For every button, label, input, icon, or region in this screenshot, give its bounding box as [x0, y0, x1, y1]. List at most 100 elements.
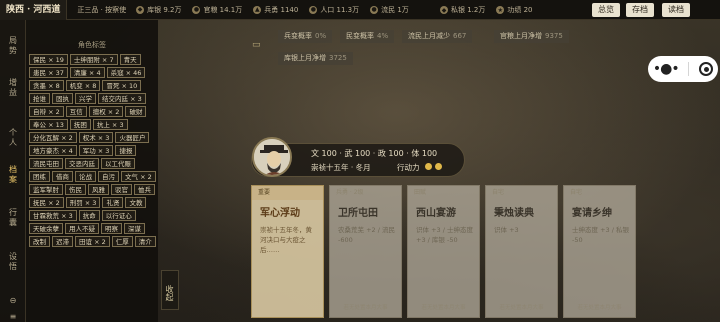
- nav-archive[interactable]: 档案: [0, 165, 26, 185]
- close-icon[interactable]: [699, 62, 714, 76]
- character-tag[interactable]: 用人不疑: [65, 223, 99, 234]
- event-card-banquet[interactable]: 田赋 西山宴游 识体 +3 / 士绅态度 +3 / 库银 -50 若无处置本月大…: [407, 185, 480, 318]
- event-card-gentry-feast[interactable]: 自宅 宴请乡绅 士绅态度 +3 / 私银 -50 若无处置本月大事: [563, 185, 636, 318]
- notice-revolt: 民变概率 4%: [340, 30, 395, 43]
- nav-luggage[interactable]: 行囊: [0, 208, 26, 228]
- character-tag[interactable]: 伤民: [65, 184, 86, 195]
- stat-refugees: ● 流民 1万: [370, 5, 409, 14]
- character-tag[interactable]: 刑罚 × 3: [65, 197, 101, 208]
- nav-personal[interactable]: 个人: [0, 128, 26, 148]
- character-tag[interactable]: 以行证心: [101, 210, 136, 221]
- nav-buffs[interactable]: 增益: [0, 78, 26, 98]
- collapse-button[interactable]: 收起: [161, 270, 179, 310]
- character-tag[interactable]: 抗命: [78, 210, 100, 221]
- stat-population: ● 人口 11.3万: [309, 5, 360, 14]
- character-tag[interactable]: 破财: [125, 106, 147, 117]
- character-tag[interactable]: 兴学: [75, 93, 96, 104]
- chat-icon[interactable]: ▭: [252, 40, 261, 50]
- character-tag[interactable]: 自辩 × 2: [29, 106, 64, 117]
- character-tag[interactable]: 恤兵: [134, 184, 155, 195]
- current-date: 崇祯十五年 · 冬月: [311, 163, 371, 172]
- avatar[interactable]: [252, 137, 292, 177]
- character-tag[interactable]: 火器匠户: [115, 132, 150, 143]
- character-tag[interactable]: 贪墨 × 8: [29, 80, 64, 91]
- character-tag[interactable]: 捷报: [115, 145, 137, 156]
- character-tag[interactable]: 自污: [98, 171, 119, 182]
- character-tag[interactable]: 明察: [101, 223, 122, 234]
- character-tag[interactable]: 深谋: [124, 223, 145, 234]
- character-tag[interactable]: 奉公 × 13: [29, 119, 68, 130]
- character-tag[interactable]: 地方豪杰 × 4: [29, 145, 77, 156]
- character-tag[interactable]: 仁厚: [111, 236, 133, 247]
- merit-icon: ★: [496, 6, 505, 14]
- tag-panel: 角色标签 保民 × 19 士绅朋附 × 7 青天 患民 × 37 清廉 × 4 杀寇 × …: [26, 20, 158, 322]
- stat-soldiers: ▲ 兵勇 1140: [253, 5, 299, 14]
- character-tag[interactable]: 分化瓦解 × 2: [29, 132, 77, 143]
- people-icon: ●: [309, 5, 318, 14]
- character-tag[interactable]: 青天: [119, 54, 141, 65]
- character-tag[interactable]: 保民 × 19: [29, 54, 68, 65]
- soldier-icon: ▲: [253, 5, 262, 14]
- event-card-morale[interactable]: 重要 军心浮动 崇祯十五年冬，黄河决口与大疫之后……: [251, 185, 324, 318]
- character-tag[interactable]: 擅权 × 2: [88, 106, 124, 117]
- event-card-reading[interactable]: 自宅 秉烛读典 识体 +3 若无处置本月大事: [485, 185, 558, 318]
- event-card-military-farm[interactable]: 兵勇 · 2级 卫所屯田 农桑荒芜 +2 / 流民 -600 若无处置本月大事: [329, 185, 402, 318]
- character-tag[interactable]: 借商: [52, 171, 73, 182]
- menu-icon[interactable]: ≡: [0, 312, 26, 322]
- character-tag[interactable]: 清廉 × 4: [69, 67, 105, 78]
- character-tag[interactable]: 固执: [52, 93, 73, 104]
- granary-icon: ◆: [136, 5, 145, 14]
- character-tag[interactable]: 文气 × 2: [121, 171, 156, 182]
- character-tag[interactable]: 文教: [125, 197, 147, 208]
- overview-button[interactable]: 总览: [592, 3, 620, 17]
- character-tag[interactable]: 机变 × 8: [65, 80, 101, 91]
- stat-merit: ★ 功绩 20: [496, 6, 533, 14]
- tag-list: 保民 × 19 士绅朋附 × 7 青天患民 × 37 清廉 × 4 杀寇 × 46 贪墨 …: [29, 54, 157, 247]
- character-tag[interactable]: 抢谁: [29, 93, 50, 104]
- stat-treasury: ◆ 库银 9.2万: [136, 5, 182, 14]
- character-tag[interactable]: 监军掣肘: [29, 184, 63, 195]
- stat-private-silver: ◆ 私银 1.2万: [440, 6, 486, 14]
- character-tag[interactable]: 清介: [134, 236, 156, 247]
- character-tag[interactable]: 互信: [65, 106, 87, 117]
- nav-situation[interactable]: 局势: [0, 36, 26, 56]
- character-tag[interactable]: 天破余孽: [29, 223, 63, 234]
- save-button[interactable]: 存档: [626, 3, 654, 17]
- character-tag[interactable]: 礼贤: [102, 197, 124, 208]
- character-tag[interactable]: 抗上 × 3: [92, 119, 128, 130]
- coin-icon: ●: [192, 5, 201, 14]
- character-tag[interactable]: 冒死 × 10: [102, 80, 142, 91]
- character-tag[interactable]: 团练: [29, 171, 50, 182]
- character-tag[interactable]: 驳官: [111, 184, 132, 195]
- more-icon[interactable]: •●•: [653, 61, 680, 77]
- rank-label: 正三品 · 按察使: [77, 5, 127, 14]
- notice-refugees: 流民上月减少 667: [402, 30, 473, 43]
- character-tag[interactable]: 抚困: [69, 119, 91, 130]
- notice-mutiny: 兵变概率 0%: [278, 30, 333, 43]
- notice-treasury: 库银上月净增 3725: [278, 52, 353, 65]
- character-tag[interactable]: 改制: [29, 236, 50, 247]
- stat-grain: ● 官粮 14.1万: [192, 5, 243, 14]
- character-tag[interactable]: 权术 × 3: [78, 132, 114, 143]
- character-tag[interactable]: 论战: [75, 171, 96, 182]
- character-tag[interactable]: 风雅: [88, 184, 109, 195]
- character-tag[interactable]: 抚民 × 2: [29, 197, 64, 208]
- character-tag[interactable]: 甘霖救荒 × 3: [29, 210, 77, 221]
- character-tag[interactable]: 迟滞: [52, 236, 73, 247]
- miniprogram-capsule: •●•: [648, 56, 718, 82]
- left-nav: 局势 增益 个人 档案 行囊 设悟 ⊖ ≡: [0, 20, 26, 322]
- character-tag[interactable]: 患民 × 37: [29, 67, 68, 78]
- action-point-icon: [425, 163, 432, 170]
- nav-insight[interactable]: 设悟: [0, 252, 26, 272]
- character-tag[interactable]: 交恶内廷: [65, 158, 99, 169]
- character-tag[interactable]: 军功 × 3: [78, 145, 114, 156]
- load-button[interactable]: 读档: [662, 3, 690, 17]
- character-tag[interactable]: 田谊 × 2: [75, 236, 110, 247]
- character-tag[interactable]: 士绅朋附 × 7: [69, 54, 118, 65]
- character-tag[interactable]: 流民屯田: [29, 158, 63, 169]
- character-tag[interactable]: 杀寇 × 46: [106, 67, 146, 78]
- top-bar: 陕西 · 河西道 正三品 · 按察使 ◆ 库银 9.2万 ● 官粮 14.1万 ▲ 兵…: [0, 0, 720, 20]
- character-tag[interactable]: 以工代赈: [101, 158, 135, 169]
- settings-icon[interactable]: ⊖: [0, 296, 26, 306]
- character-tag[interactable]: 结交内廷 × 3: [98, 93, 146, 104]
